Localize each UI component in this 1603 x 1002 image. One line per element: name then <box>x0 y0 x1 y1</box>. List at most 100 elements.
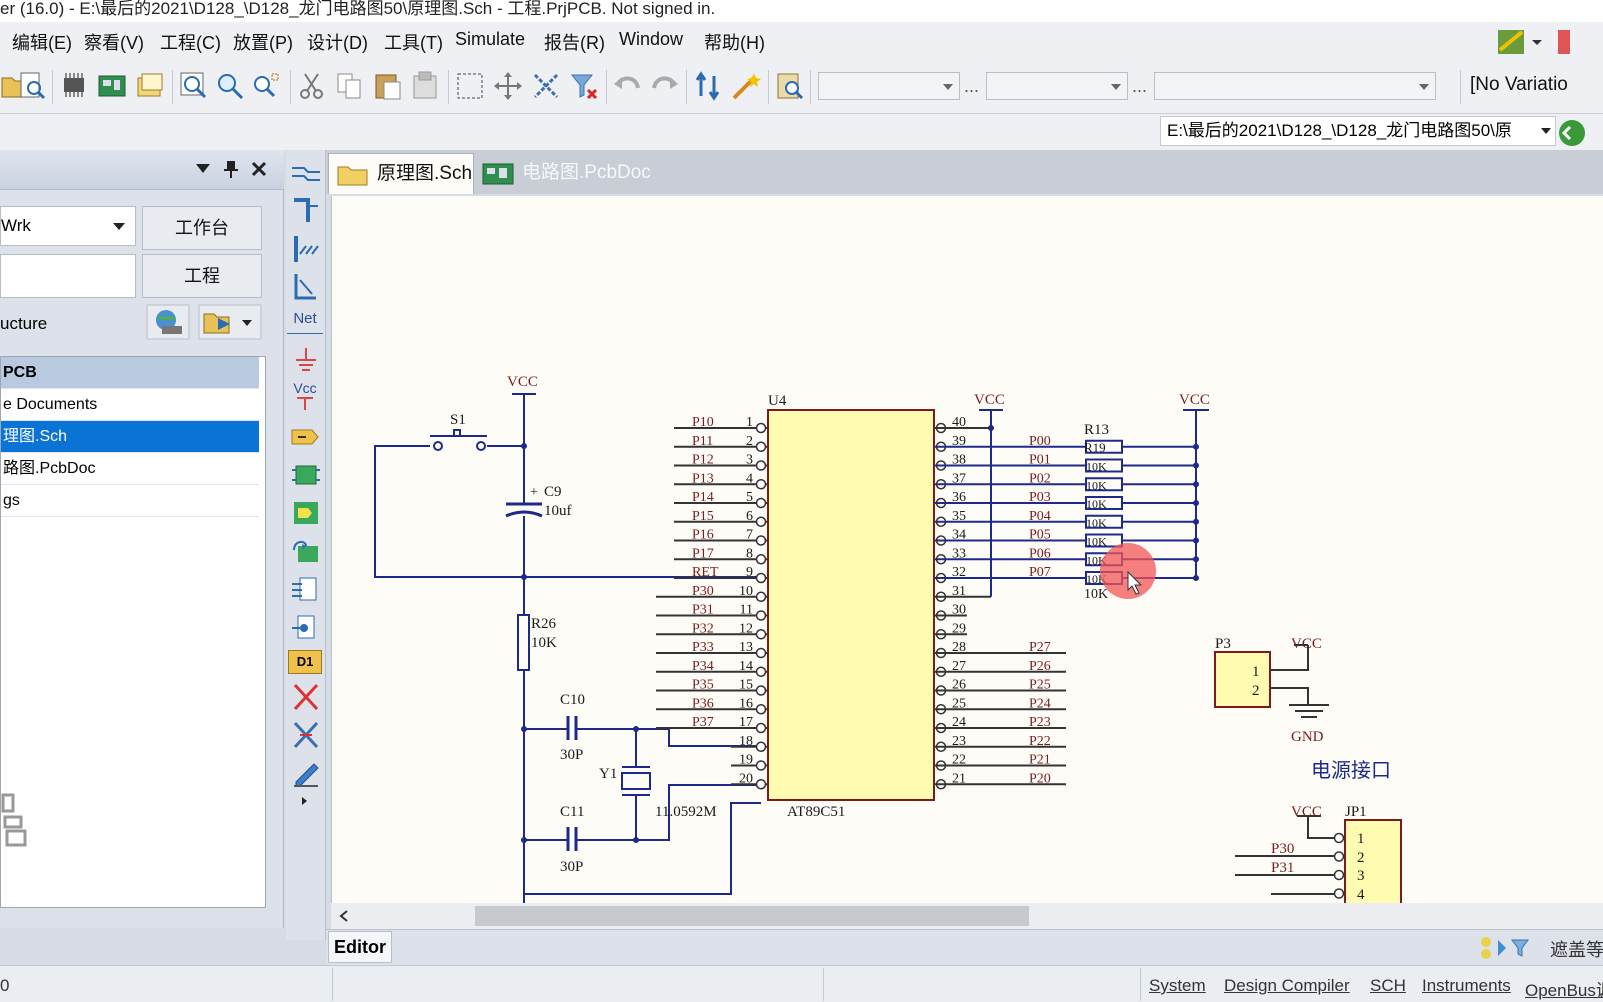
p3-body[interactable] <box>1214 651 1271 708</box>
scroll-left-icon[interactable] <box>339 910 349 922</box>
move-icon[interactable] <box>492 70 524 102</box>
source-documents-item[interactable]: e Documents <box>1 389 259 421</box>
menu-project[interactable]: 工程(C) <box>160 29 221 55</box>
redo-icon[interactable] <box>648 70 680 102</box>
print-preview-icon[interactable] <box>16 70 48 102</box>
net-label: P25 <box>1029 678 1051 693</box>
zoom-area-icon[interactable] <box>214 70 246 102</box>
horizontal-scrollbar[interactable] <box>331 903 1603 929</box>
workspace-combo-text: Wrk <box>1 216 31 235</box>
net-label: P12 <box>692 453 714 468</box>
u4-body[interactable] <box>767 409 935 801</box>
pin-number: 14 <box>739 659 753 674</box>
bus-entry-icon[interactable] <box>290 234 322 264</box>
filter-combo-2[interactable] <box>986 72 1128 100</box>
menu-edit[interactable]: 编辑(E) <box>12 29 72 55</box>
preferences-icon[interactable] <box>1494 26 1544 56</box>
port-icon[interactable] <box>290 422 322 452</box>
zoom-selected-icon[interactable] <box>250 70 282 102</box>
compile-mask-icon[interactable] <box>290 720 322 750</box>
project-root-item[interactable]: PCB <box>1 357 259 389</box>
vcc-port-label: Vcc <box>293 380 317 396</box>
sch-panel-button[interactable]: SCH <box>1370 976 1406 996</box>
sheet-symbol-icon[interactable] <box>290 498 322 528</box>
place-part-icon[interactable] <box>290 460 322 490</box>
jp1-body[interactable] <box>1344 819 1402 903</box>
chevron-right-icon[interactable] <box>300 796 310 806</box>
scrollbar-thumb[interactable] <box>475 906 1029 926</box>
tab-pcb[interactable]: 电路图.PcbDoc <box>474 153 652 194</box>
open-project-icon[interactable] <box>198 304 262 340</box>
openbus-panel-button[interactable]: OpenBus调 <box>1525 976 1603 1001</box>
mask-level-icons[interactable] <box>1478 934 1534 962</box>
layout-icon[interactable] <box>1556 26 1570 56</box>
panel-menu-icon[interactable] <box>194 162 212 176</box>
compile-globe-icon[interactable] <box>146 304 190 340</box>
go-icon[interactable] <box>1556 118 1586 148</box>
vcc-port-tool[interactable]: Vcc <box>287 380 323 416</box>
designator-tool[interactable]: D1 <box>288 650 322 674</box>
pen-icon[interactable] <box>290 758 322 788</box>
workspace-combo[interactable]: Wrk <box>0 206 136 246</box>
menu-place[interactable]: 放置(P) <box>233 29 293 55</box>
cut-icon[interactable] <box>296 70 328 102</box>
wire-icon[interactable] <box>290 158 322 188</box>
filter-combo-1[interactable] <box>818 72 960 100</box>
c9-plus: + <box>530 485 538 500</box>
menu-simulate[interactable]: Simulate <box>455 29 525 50</box>
watermark-logo <box>1 793 27 847</box>
zoom-fit-icon[interactable] <box>178 70 210 102</box>
clear-filter-icon[interactable] <box>568 70 600 102</box>
schematic-canvas[interactable]: 1P1.0P102P1.1P113P1.2P124P1.3P135P1.4P14… <box>331 196 1603 903</box>
sheet-entry-icon[interactable] <box>290 536 322 566</box>
menu-reports[interactable]: 报告(R) <box>544 29 605 55</box>
variation-selector[interactable]: [No Variatio <box>1470 74 1568 96</box>
documents-icon[interactable] <box>134 70 166 102</box>
select-area-icon[interactable] <box>454 70 486 102</box>
hierarchy-updown-icon[interactable] <box>692 70 724 102</box>
menu-view[interactable]: 察看(V) <box>84 29 144 55</box>
deselect-icon[interactable] <box>530 70 562 102</box>
pcb-document-item[interactable]: 路图.PcbDoc <box>1 453 259 485</box>
browse-components-icon[interactable] <box>774 70 806 102</box>
component-chip-icon[interactable] <box>58 70 90 102</box>
copy-icon[interactable] <box>334 70 366 102</box>
harness-connector-icon[interactable] <box>290 612 322 642</box>
menu-design[interactable]: 设计(D) <box>307 29 368 55</box>
device-sheet-icon[interactable] <box>290 574 322 604</box>
pcb-board-icon[interactable] <box>96 70 128 102</box>
design-compiler-panel-button[interactable]: Design Compiler <box>1224 976 1350 996</box>
project-combo[interactable] <box>0 254 136 298</box>
ground-port-icon[interactable] <box>290 346 322 376</box>
r19-designator: R19 <box>1084 440 1106 455</box>
net-label-tool[interactable]: Net <box>287 310 323 334</box>
signal-harness-icon[interactable] <box>290 272 322 302</box>
mask-level-label[interactable]: 遮盖等 <box>1550 936 1603 962</box>
paste-icon[interactable] <box>372 70 404 102</box>
wizard-wand-icon[interactable] <box>730 70 762 102</box>
undo-icon[interactable] <box>612 70 644 102</box>
tab-schematic[interactable]: 原理图.Sch <box>328 153 474 194</box>
bus-icon[interactable] <box>290 196 322 226</box>
menu-window[interactable]: Window <box>619 29 683 50</box>
c9-value: 10uf <box>544 503 572 519</box>
document-path-combo[interactable]: E:\最后的2021\D128_\D128_龙门电路图50\原 <box>1160 116 1556 146</box>
rubber-stamp-icon[interactable] <box>410 70 442 102</box>
settings-item[interactable]: gs <box>1 485 259 517</box>
schematic-sheet[interactable]: 1P1.0P102P1.1P113P1.2P124P1.3P135P1.4P14… <box>332 196 1603 903</box>
power-connector-title: 电源接口 <box>1311 759 1391 782</box>
editor-tab[interactable]: Editor <box>328 931 392 963</box>
status-bar: 0 System Design Compiler SCH Instruments… <box>0 965 1603 1002</box>
schematic-document-item[interactable]: 理图.Sch <box>1 421 259 453</box>
filter-combo-3[interactable] <box>1154 72 1436 100</box>
system-panel-button[interactable]: System <box>1149 976 1206 996</box>
chevron-down-icon[interactable] <box>1541 128 1553 136</box>
menu-help[interactable]: 帮助(H) <box>704 29 765 55</box>
project-button[interactable]: 工程 <box>142 254 262 298</box>
instruments-panel-button[interactable]: Instruments <box>1422 976 1511 996</box>
menu-tools[interactable]: 工具(T) <box>384 29 443 55</box>
close-icon[interactable] <box>250 160 268 178</box>
workspace-button[interactable]: 工作台 <box>142 206 262 250</box>
pin-icon[interactable] <box>222 159 240 179</box>
no-erc-icon[interactable] <box>290 682 322 712</box>
